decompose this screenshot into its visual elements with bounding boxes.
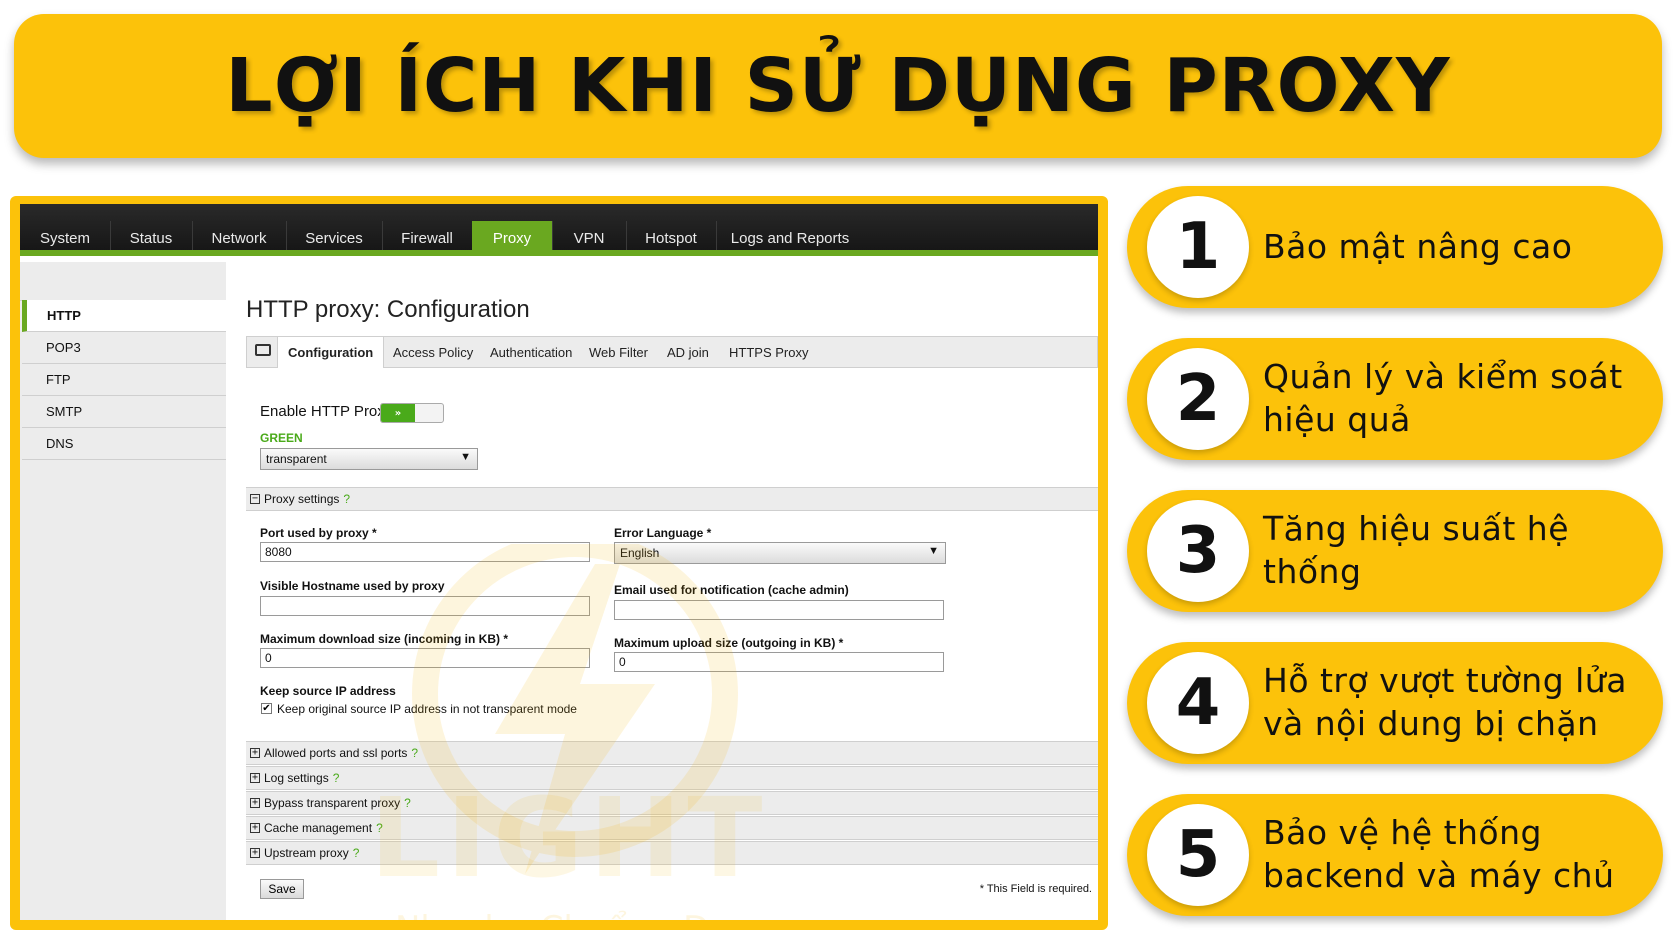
tab-configuration[interactable]: Configuration bbox=[277, 337, 385, 368]
proxy-config-screenshot: System Status Network Services Firewall … bbox=[20, 204, 1098, 920]
benefit-number: 4 bbox=[1147, 652, 1249, 754]
enable-proxy-label: Enable HTTP Proxy bbox=[260, 403, 393, 420]
section-label: Cache management bbox=[264, 821, 373, 835]
error-language-select[interactable]: English ▼ bbox=[614, 542, 946, 564]
benefit-card-4: 4 Hỗ trợ vượt tường lửa và nội dung bị c… bbox=[1127, 642, 1663, 764]
nav-underline bbox=[20, 250, 1098, 256]
tab-access-policy[interactable]: Access Policy bbox=[393, 337, 473, 367]
tab-web-filter[interactable]: Web Filter bbox=[589, 337, 648, 367]
hostname-input[interactable] bbox=[260, 596, 590, 616]
sidebar-item-ftp[interactable]: FTP bbox=[22, 364, 226, 396]
sidebar-item-dns[interactable]: DNS bbox=[22, 428, 226, 460]
section-label: Log settings bbox=[264, 771, 329, 785]
section-label: Allowed ports and ssl ports bbox=[264, 746, 408, 760]
help-icon[interactable]: ? bbox=[411, 746, 418, 760]
benefit-number: 1 bbox=[1147, 196, 1249, 298]
expand-icon: + bbox=[250, 797, 260, 808]
dropdown-arrow-icon: ▼ bbox=[460, 451, 471, 463]
section-label: Proxy settings bbox=[264, 492, 340, 506]
page-title: HTTP proxy: Configuration bbox=[246, 296, 530, 323]
keep-ip-checkbox[interactable]: ✔ bbox=[261, 703, 272, 714]
benefit-card-2: 2 Quản lý và kiểm soát hiệu quả bbox=[1127, 338, 1663, 460]
expand-icon: + bbox=[250, 747, 260, 758]
keep-ip-checkbox-label: Keep original source IP address in not t… bbox=[277, 702, 577, 716]
error-language-value: English bbox=[620, 546, 660, 560]
max-download-input[interactable]: 0 bbox=[260, 648, 590, 668]
benefit-text: Hỗ trợ vượt tường lửa và nội dung bị chặ… bbox=[1263, 661, 1627, 743]
section-label: Upstream proxy bbox=[264, 846, 349, 860]
sidebar-item-smtp[interactable]: SMTP bbox=[22, 396, 226, 428]
benefit-text: Bảo mật nâng cao bbox=[1263, 226, 1573, 266]
left-menu: HTTP POP3 FTP SMTP DNS bbox=[22, 300, 226, 460]
top-nav: System Status Network Services Firewall … bbox=[20, 204, 1098, 256]
expand-icon: + bbox=[250, 847, 260, 858]
watermark-slogan: Nhanh - Chuẩn - Đẹp bbox=[395, 909, 752, 920]
tab-https-proxy[interactable]: HTTPS Proxy bbox=[729, 337, 808, 367]
email-label: Email used for notification (cache admin… bbox=[614, 583, 849, 597]
email-input[interactable] bbox=[614, 600, 944, 620]
benefit-text: Tăng hiệu suất hệ thống bbox=[1263, 509, 1569, 591]
benefit-card-5: 5 Bảo vệ hệ thống backend và máy chủ bbox=[1127, 794, 1663, 916]
keep-ip-label: Keep source IP address bbox=[260, 684, 396, 698]
sidebar-item-pop3[interactable]: POP3 bbox=[22, 332, 226, 364]
port-label: Port used by proxy * bbox=[260, 526, 377, 540]
max-upload-label: Maximum upload size (outgoing in KB) * bbox=[614, 636, 844, 650]
screenshot-frame: System Status Network Services Firewall … bbox=[10, 196, 1108, 930]
zone-label: GREEN bbox=[260, 431, 303, 445]
page-heading: LỢI ÍCH KHI SỬ DỤNG PROXY bbox=[225, 43, 1451, 129]
benefit-text: Bảo vệ hệ thống backend và máy chủ bbox=[1263, 813, 1615, 895]
expand-icon: + bbox=[250, 772, 260, 783]
port-input[interactable]: 8080 bbox=[260, 542, 590, 562]
collapse-icon: − bbox=[250, 493, 260, 504]
tab-authentication[interactable]: Authentication bbox=[490, 337, 572, 367]
max-upload-input[interactable]: 0 bbox=[614, 652, 944, 672]
folder-icon[interactable] bbox=[255, 344, 271, 356]
section-allowed-ports[interactable]: + Allowed ports and ssl ports ? bbox=[246, 741, 1098, 765]
tab-ad-join[interactable]: AD join bbox=[667, 337, 709, 367]
benefit-text: Quản lý và kiểm soát hiệu quả bbox=[1263, 357, 1623, 439]
mode-select[interactable]: transparent ▼ bbox=[260, 448, 478, 470]
benefit-card-3: 3 Tăng hiệu suất hệ thống bbox=[1127, 490, 1663, 612]
sidebar-item-http[interactable]: HTTP bbox=[22, 300, 226, 332]
save-button[interactable]: Save bbox=[260, 879, 304, 899]
left-sidebar: HTTP POP3 FTP SMTP DNS bbox=[20, 262, 226, 920]
benefit-number: 2 bbox=[1147, 348, 1249, 450]
help-icon[interactable]: ? bbox=[333, 771, 340, 785]
toggle-on-indicator: » bbox=[381, 404, 415, 422]
max-download-label: Maximum download size (incoming in KB) * bbox=[260, 632, 509, 646]
tab-bar: Configuration Access Policy Authenticati… bbox=[246, 336, 1098, 368]
section-proxy-settings[interactable]: − Proxy settings ? bbox=[246, 487, 1098, 511]
dropdown-arrow-icon: ▼ bbox=[928, 545, 939, 557]
help-icon[interactable]: ? bbox=[353, 846, 360, 860]
expand-icon: + bbox=[250, 822, 260, 833]
benefit-number: 3 bbox=[1147, 500, 1249, 602]
required-note: * This Field is required. bbox=[979, 883, 1092, 895]
benefit-card-1: 1 Bảo mật nâng cao bbox=[1127, 186, 1663, 308]
title-banner: LỢI ÍCH KHI SỬ DỤNG PROXY bbox=[14, 14, 1662, 158]
hostname-label: Visible Hostname used by proxy bbox=[260, 579, 445, 593]
help-icon[interactable]: ? bbox=[343, 492, 350, 506]
error-language-label: Error Language * bbox=[614, 526, 712, 540]
benefit-number: 5 bbox=[1147, 804, 1249, 906]
watermark-brand: LIGHT bbox=[370, 774, 769, 902]
enable-proxy-toggle[interactable]: » bbox=[380, 403, 444, 423]
mode-select-value: transparent bbox=[266, 452, 327, 466]
